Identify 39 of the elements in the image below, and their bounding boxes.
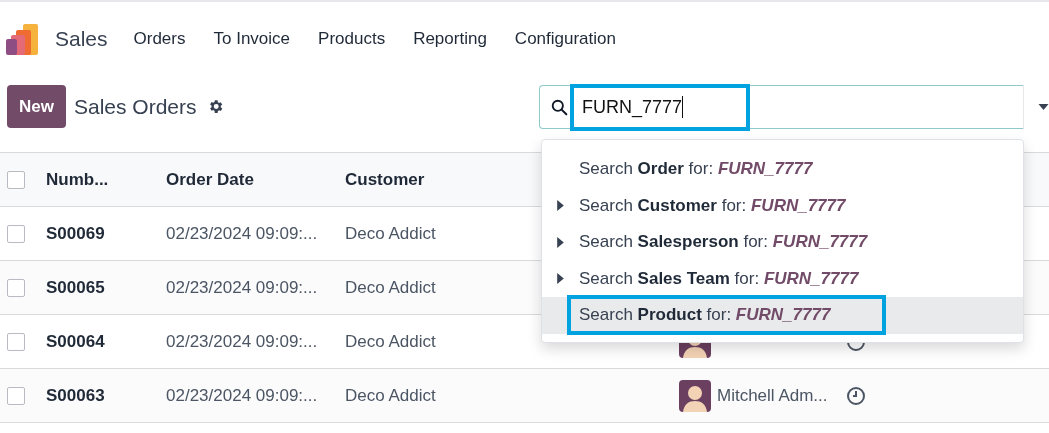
menu-item[interactable]: Orders [133,29,186,49]
search-suggestion[interactable]: Search Customer for: FURN_7777 [542,187,1023,224]
select-all-checkbox[interactable] [7,170,25,189]
order-number: S00069 [46,223,105,243]
order-number: S00064 [46,331,105,351]
order-date: 02/23/2024 09:09:... [166,277,318,297]
page-title: Sales Orders [73,95,197,119]
menu-item[interactable]: To Invoice [213,29,291,49]
search-suggestion[interactable]: Search Order for: FURN_7777 [542,151,1023,188]
customer-name: Deco Addict [345,277,436,297]
column-header[interactable]: Numb... [46,169,109,189]
menu-item[interactable]: Configuration [514,29,616,49]
search-suggestion[interactable]: Search Product for: FURN_7777 [542,297,1023,334]
app-name[interactable]: Sales [55,27,108,51]
menu-item[interactable]: Products [318,29,386,49]
search-suggestion[interactable]: Search Sales Team for: FURN_7777 [542,260,1023,297]
search-suggestion[interactable]: Search Salesperson for: FURN_7777 [542,224,1023,261]
order-number: S00063 [46,385,105,405]
row-checkbox[interactable] [7,332,25,351]
order-date: 02/23/2024 09:09:... [166,223,318,243]
order-date: 02/23/2024 09:09:... [166,331,318,351]
expand-icon[interactable] [557,236,564,248]
customer-name: Deco Addict [345,223,436,243]
menu-item[interactable]: Reporting [413,29,487,49]
clock-icon[interactable] [845,385,866,406]
app-logo-icon[interactable] [6,22,40,56]
expand-icon[interactable] [557,273,564,285]
column-header[interactable]: Order Date [166,169,254,189]
order-date: 02/23/2024 09:09:... [166,385,318,405]
expand-icon[interactable] [557,200,564,212]
customer-name: Deco Addict [345,385,436,405]
row-checkbox[interactable] [7,278,25,297]
customer-name: Deco Addict [345,331,436,351]
salesperson-name: Mitchell Adm... [717,385,828,406]
new-button[interactable]: New [7,85,66,128]
column-header[interactable]: Customer [345,169,425,189]
row-checkbox[interactable] [7,224,25,243]
row-checkbox[interactable] [7,386,25,405]
order-number: S00065 [46,277,105,297]
